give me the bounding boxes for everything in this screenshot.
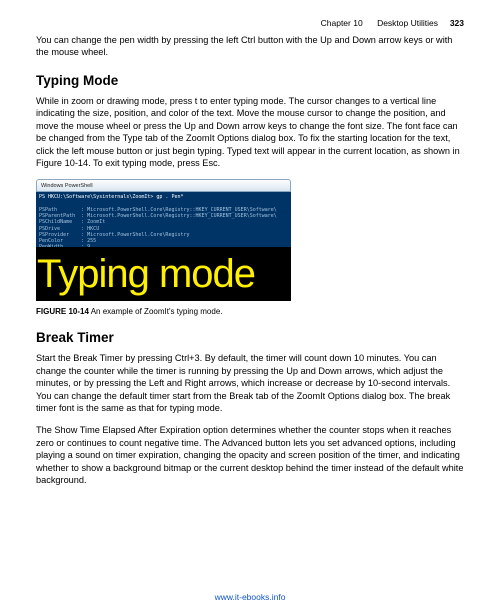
typing-mode-overlay: Typing mode [36, 247, 291, 301]
powershell-console: PS HKCU:\Software\Sysinternals\ZoomIt> g… [36, 192, 291, 247]
typing-mode-paragraph: While in zoom or drawing mode, press t t… [36, 95, 464, 170]
figure-caption: FIGURE 10-14 An example of ZoomIt's typi… [36, 307, 464, 316]
console-output: PSPath : Microsoft.PowerShell.Core\Regis… [39, 207, 277, 248]
page-footer: www.it-ebooks.info [0, 592, 500, 602]
footer-link[interactable]: www.it-ebooks.info [215, 592, 286, 602]
break-timer-heading: Break Timer [36, 330, 464, 345]
console-prompt: PS HKCU:\Software\Sysinternals\ZoomIt> g… [39, 194, 184, 200]
typing-mode-heading: Typing Mode [36, 73, 464, 88]
window-titlebar: Windows PowerShell [36, 179, 291, 192]
break-timer-para-1: Start the Break Timer by pressing Ctrl+3… [36, 352, 464, 414]
chapter-label: Chapter 10 [321, 18, 363, 28]
break-timer-para-2: The Show Time Elapsed After Expiration o… [36, 424, 464, 486]
intro-paragraph: You can change the pen width by pressing… [36, 34, 464, 59]
page-number: 323 [450, 18, 464, 28]
figure-label: FIGURE 10-14 [36, 307, 89, 316]
figure-10-14: Windows PowerShell PS HKCU:\Software\Sys… [36, 179, 291, 301]
figure-caption-text: An example of ZoomIt's typing mode. [91, 307, 223, 316]
page-header: Chapter 10 Desktop Utilities 323 [36, 18, 464, 28]
section-label: Desktop Utilities [377, 18, 438, 28]
